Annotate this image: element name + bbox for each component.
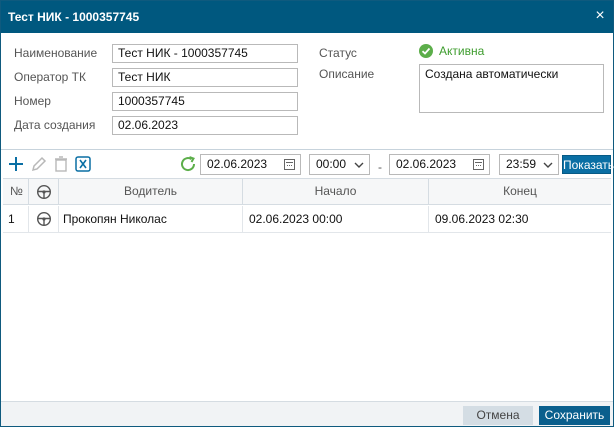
drivers-grid: № Водитель Начало Конец 1 Прокопян Никол… xyxy=(3,178,611,400)
add-icon[interactable] xyxy=(7,155,25,173)
date-to-field[interactable]: 02.06.2023 xyxy=(389,154,490,175)
cancel-button[interactable]: Отмена xyxy=(463,406,533,425)
grid-header: № Водитель Начало Конец xyxy=(3,179,611,205)
cell-driver: Прокопян Николас xyxy=(59,206,243,232)
created-date-field[interactable]: 02.06.2023 xyxy=(112,116,298,135)
date-from-value: 02.06.2023 xyxy=(207,157,268,171)
show-button[interactable]: Показать xyxy=(562,155,614,174)
created-date-label: Дата создания xyxy=(14,118,96,132)
description-label: Описание xyxy=(319,67,375,81)
time-from-select[interactable]: 00:00 xyxy=(309,154,370,175)
name-label: Наименование xyxy=(14,46,98,60)
excel-export-icon[interactable] xyxy=(74,155,92,173)
calendar-icon[interactable] xyxy=(284,159,295,170)
description-field[interactable]: Создана автоматически xyxy=(419,64,604,113)
number-field[interactable]: 1000357745 xyxy=(112,92,298,111)
driver-assignment-dialog: Тест НИК - 1000357745 × Наименование Тес… xyxy=(0,0,614,427)
status-value: Активна xyxy=(439,44,485,58)
chevron-down-icon xyxy=(543,162,553,168)
column-number[interactable]: № xyxy=(3,179,29,205)
column-end[interactable]: Конец xyxy=(429,179,611,205)
status-indicator: Активна xyxy=(419,44,484,58)
refresh-icon[interactable] xyxy=(179,155,197,173)
number-label: Номер xyxy=(14,94,51,108)
operator-field[interactable]: Тест НИК xyxy=(112,68,298,87)
dialog-title: Тест НИК - 1000357745 xyxy=(8,10,140,24)
steering-wheel-icon xyxy=(36,211,52,227)
time-to-select[interactable]: 23:59 xyxy=(499,154,559,175)
check-circle-icon xyxy=(419,44,433,58)
operator-label: Оператор ТК xyxy=(14,70,86,84)
save-button[interactable]: Сохранить xyxy=(539,406,610,425)
time-from-value: 00:00 xyxy=(316,157,347,171)
status-label: Статус xyxy=(319,46,357,60)
table-row[interactable]: 1 Прокопян Николас 02.06.2023 00:00 09.0… xyxy=(3,206,611,233)
edit-icon[interactable] xyxy=(30,155,48,173)
column-driver[interactable]: Водитель xyxy=(59,179,243,205)
cell-number: 1 xyxy=(3,206,29,232)
delete-icon[interactable] xyxy=(52,155,70,173)
dialog-titlebar: Тест НИК - 1000357745 × xyxy=(1,1,613,33)
time-to-value: 23:59 xyxy=(506,157,537,171)
name-field[interactable]: Тест НИК - 1000357745 xyxy=(112,44,298,63)
calendar-icon[interactable] xyxy=(473,159,484,170)
dialog-footer: Отмена Сохранить xyxy=(1,401,613,426)
date-to-value: 02.06.2023 xyxy=(396,157,457,171)
chevron-down-icon xyxy=(354,162,364,168)
close-icon[interactable]: × xyxy=(592,8,608,24)
cell-steering xyxy=(29,206,59,232)
section-divider xyxy=(1,149,613,150)
column-steering[interactable] xyxy=(29,179,59,205)
range-separator: - xyxy=(378,160,382,174)
cell-start: 02.06.2023 00:00 xyxy=(243,206,429,232)
column-start[interactable]: Начало xyxy=(243,179,429,205)
steering-wheel-icon xyxy=(36,184,52,200)
cell-end: 09.06.2023 02:30 xyxy=(435,212,529,226)
date-from-field[interactable]: 02.06.2023 xyxy=(200,154,301,175)
details-form: Наименование Тест НИК - 1000357745 Опера… xyxy=(1,34,613,149)
grid-toolbar: 02.06.2023 00:00 - 02.06.2023 23:59 Пока… xyxy=(1,151,614,177)
